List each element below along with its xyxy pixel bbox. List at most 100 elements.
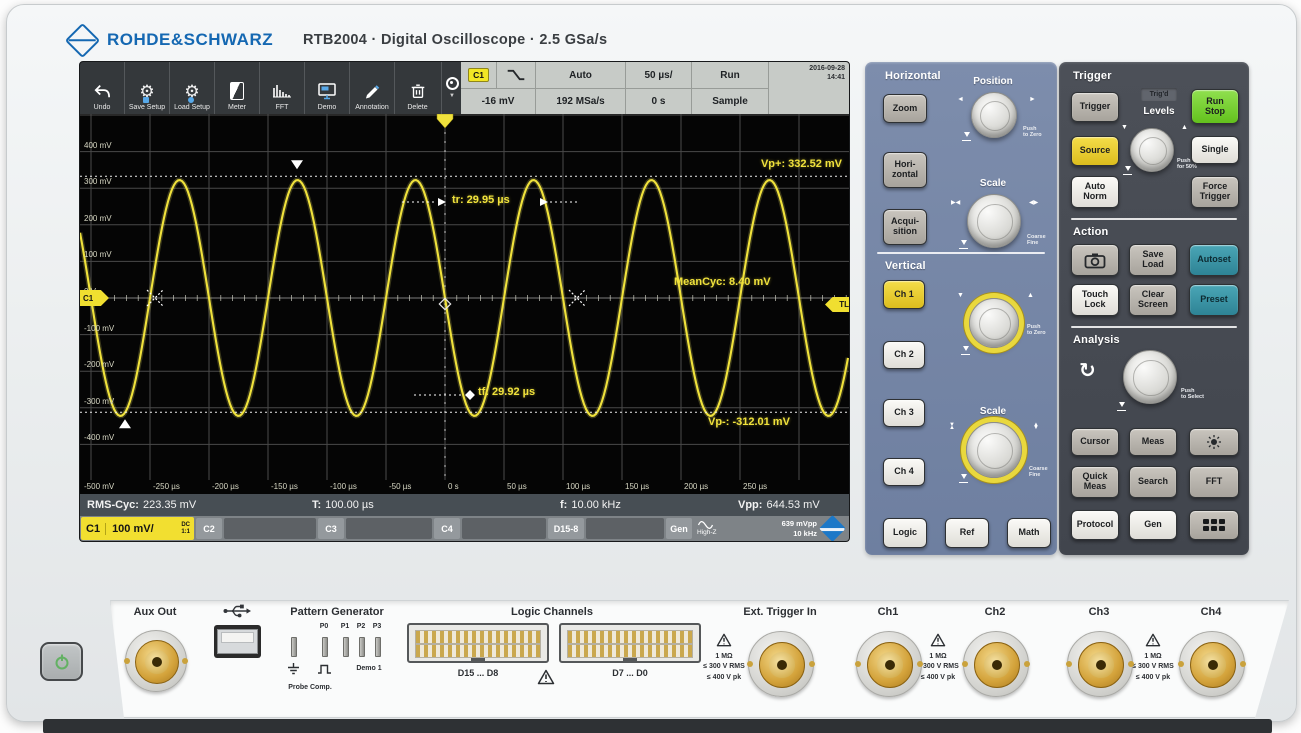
fft-bars-icon (272, 78, 292, 104)
device-bottom-edge (43, 719, 1272, 733)
time-axis-row: -500 mV-250 µs-200 µs-150 µs-100 µs-50 µ… (80, 480, 849, 494)
apps-button[interactable] (1189, 510, 1239, 540)
channel2-button[interactable]: Ch 2 (883, 341, 925, 369)
h-position-knob-hint: Push to Zero (1023, 126, 1042, 139)
channel4-button[interactable]: Ch 4 (883, 458, 925, 486)
channel2-chip[interactable]: C2 (196, 518, 222, 539)
fft-panel-button[interactable]: FFT (1189, 466, 1239, 498)
clear-screen-button[interactable]: Clear Screen (1129, 284, 1177, 316)
delete-trash-icon (409, 78, 427, 104)
horizontal-scale-knob[interactable] (967, 194, 1021, 248)
sine-wave-icon (697, 521, 714, 529)
datetime: 2016-09-28 14:41 (768, 62, 849, 114)
digital-chip[interactable]: D15-8 (548, 518, 584, 539)
push-icon (959, 474, 968, 483)
keypad-grid-icon (1203, 519, 1225, 531)
trigger-levels-knob[interactable] (1130, 128, 1174, 172)
pin-p1 (343, 637, 349, 657)
h-scale-knob-label: Scale (963, 178, 1023, 189)
source-button[interactable]: Source (1071, 136, 1119, 166)
trigger-slope-cell[interactable] (496, 62, 535, 88)
undo-button[interactable]: Undo (80, 62, 125, 114)
logic-button[interactable]: Logic (883, 518, 927, 548)
power-button[interactable] (40, 642, 83, 681)
trigger-level-value[interactable]: -16 mV (461, 88, 535, 114)
ref-button[interactable]: Ref (945, 518, 989, 548)
trigger-mode[interactable]: Auto (535, 62, 625, 88)
auto-norm-button[interactable]: Auto Norm (1071, 176, 1119, 208)
vertical-position-knob[interactable] (969, 298, 1019, 348)
horizontal-menu-button[interactable]: Hori- zontal (883, 152, 927, 188)
fft-button[interactable]: FFT (260, 62, 305, 114)
meas-frequency: f:10.00 kHz (560, 494, 621, 516)
pin-p3 (375, 637, 381, 657)
pin-p1-label: P1 (337, 623, 353, 630)
measurement-bar: RMS-Cyc:223.35 mV T:100.00 µs f:10.00 kH… (80, 494, 849, 516)
action-section-title: Action (1073, 226, 1108, 238)
gen-button[interactable]: Gen (1129, 510, 1177, 540)
status-channel[interactable]: C1 (461, 62, 496, 88)
device-body: ROHDE&SCHWARZ RTB2004 · Digital Oscillos… (6, 4, 1297, 722)
ext-trigger-label: Ext. Trigger In (720, 606, 840, 618)
save-setup-button[interactable]: ⚙ Save Setup (125, 62, 170, 114)
channel3-chip[interactable]: C3 (318, 518, 344, 539)
zoom-button[interactable]: Zoom (883, 94, 927, 123)
annotation-fall-time: tf: 29.92 µs (478, 386, 535, 398)
channel3-button[interactable]: Ch 3 (883, 399, 925, 427)
annotation-button[interactable]: Annotation (350, 62, 395, 114)
load-setup-button[interactable]: ⚙ Load Setup (170, 62, 215, 114)
touch-lock-button[interactable]: Touch Lock (1071, 284, 1119, 316)
navigation-knob-hint: Push to Select (1181, 388, 1204, 401)
screenshot-button[interactable] (1071, 244, 1119, 276)
rs-logo-icon (65, 23, 99, 57)
horizontal-section-title: Horizontal (885, 70, 941, 82)
ch4-label: Ch4 (1171, 606, 1251, 618)
demo1-label: Demo 1 (347, 665, 391, 672)
force-trigger-button[interactable]: Force Trigger (1191, 176, 1239, 208)
horizontal-position[interactable]: 0 s (625, 88, 691, 114)
annotation-mean-cyc: MeanCyc: 8.40 mV (674, 276, 771, 288)
search-button[interactable]: Search (1129, 466, 1177, 498)
sample-rate[interactable]: 192 MSa/s (535, 88, 625, 114)
math-button[interactable]: Math (1007, 518, 1051, 548)
acquisition-button[interactable]: Acqui- sition (883, 209, 927, 245)
section-divider (1071, 218, 1237, 220)
trigger-action-analysis-panel: Trigger Trigger Trig'd Levels Run Stop S… (1059, 62, 1249, 555)
autoset-button[interactable]: Autoset (1189, 244, 1239, 276)
acquisition-state[interactable]: Run (691, 62, 768, 88)
meas-button[interactable]: Meas (1129, 428, 1177, 456)
push-icon (959, 240, 968, 249)
channel1-button[interactable]: Ch 1 (883, 280, 925, 309)
gen-chip[interactable]: Gen (666, 518, 692, 539)
save-setup-gear-icon: ⚙ (139, 78, 154, 104)
trigger-menu-button[interactable]: Trigger (1071, 92, 1119, 122)
v-scale-knob-label: Scale (963, 406, 1023, 417)
save-load-button[interactable]: Save Load (1129, 244, 1177, 276)
ground-icon (287, 663, 300, 675)
cursor-button[interactable]: Cursor (1071, 428, 1119, 456)
channel1-chip[interactable]: C1 100 mV/ DC1:1 (81, 517, 194, 540)
arrow-up-icon: ▲ (1027, 292, 1034, 299)
run-stop-button[interactable]: Run Stop (1191, 89, 1239, 124)
horizontal-position-knob[interactable] (971, 92, 1017, 138)
single-button[interactable]: Single (1191, 136, 1239, 164)
navigation-knob[interactable] (1123, 350, 1177, 404)
toolbar-overflow[interactable]: ▼ (441, 62, 462, 114)
pin-p0-label: P0 (316, 623, 332, 630)
meter-icon (230, 78, 244, 104)
warning-icon (716, 633, 732, 647)
protocol-button[interactable]: Protocol (1071, 510, 1119, 540)
acquisition-mode[interactable]: Sample (691, 88, 768, 114)
brand-name: ROHDE&SCHWARZ (107, 30, 273, 50)
intensity-button[interactable] (1189, 428, 1239, 456)
channel-bar: C1 100 mV/ DC1:1 C2 C3 C4 D15-8 Gen High… (80, 516, 849, 541)
channel4-chip[interactable]: C4 (434, 518, 460, 539)
timebase[interactable]: 50 µs/ (625, 62, 691, 88)
preset-button[interactable]: Preset (1189, 284, 1239, 316)
meter-button[interactable]: Meter (215, 62, 260, 114)
load-setup-gear-icon: ⚙ (184, 78, 199, 104)
delete-button[interactable]: Delete (395, 62, 440, 114)
demo-button[interactable]: Demo (305, 62, 350, 114)
quick-meas-button[interactable]: Quick Meas (1071, 466, 1119, 498)
vertical-scale-knob[interactable] (966, 422, 1022, 478)
